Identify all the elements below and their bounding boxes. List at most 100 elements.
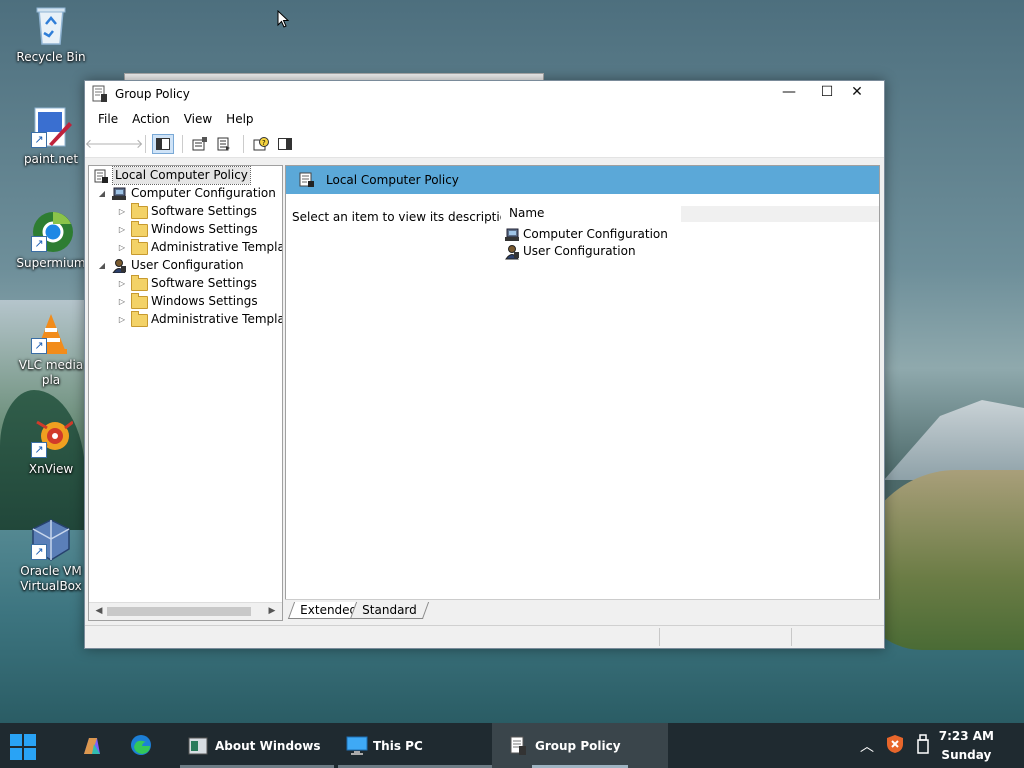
- usb-drive-icon[interactable]: [916, 734, 930, 757]
- collapse-arrow-icon[interactable]: ◢: [97, 185, 107, 202]
- column-header-name[interactable]: Name: [501, 204, 683, 222]
- clock-time: 7:23 AM: [938, 729, 994, 743]
- taskbar: About Windows This PC Group Policy ︿ 7:2…: [0, 723, 1024, 768]
- expand-arrow-icon[interactable]: ▷: [117, 203, 127, 220]
- show-hide-tree-icon[interactable]: [152, 134, 174, 154]
- folder-icon: [131, 238, 148, 255]
- chevron-up-icon[interactable]: ︿: [860, 736, 874, 756]
- description-text: Select an item to view its description.: [292, 210, 519, 224]
- menu-action[interactable]: Action: [125, 112, 177, 126]
- user-config-icon: [504, 244, 520, 260]
- console-tree: Local Computer Policy ◢ Computer Configu…: [88, 165, 283, 621]
- list-item-computer-configuration[interactable]: Computer Configuration: [504, 226, 668, 243]
- this-pc-monitor-icon: [346, 736, 368, 756]
- desktop-icon-recycle-bin[interactable]: Recycle Bin: [12, 4, 90, 65]
- expand-arrow-icon[interactable]: ▷: [117, 239, 127, 256]
- result-pane: Local Computer Policy Select an item to …: [285, 165, 880, 600]
- properties-icon[interactable]: [189, 134, 211, 154]
- column-header-empty: [681, 206, 879, 222]
- toolbar-separator: [145, 135, 146, 153]
- minimize-button[interactable]: —: [770, 81, 808, 103]
- tree-node-uc-windows-settings[interactable]: ▷ Windows Settings: [117, 292, 258, 310]
- taskbar-app-group-policy[interactable]: Group Policy: [492, 723, 668, 768]
- folder-icon: [131, 310, 148, 327]
- taskbar-app-this-pc[interactable]: This PC: [338, 723, 492, 768]
- desktop-icon-xnview[interactable]: ↗ XnView: [12, 416, 90, 477]
- svg-text:?: ?: [262, 139, 266, 147]
- about-windows-icon: [188, 736, 208, 756]
- tree-node-user-configuration[interactable]: ◢ User Configuration: [97, 257, 244, 274]
- menu-bar: File Action View Help: [85, 107, 884, 131]
- group-policy-app-icon: [91, 85, 109, 103]
- menu-file[interactable]: File: [91, 112, 125, 126]
- folder-icon: [131, 202, 148, 219]
- security-shield-icon[interactable]: [886, 734, 904, 757]
- folder-icon: [131, 292, 148, 309]
- start-button[interactable]: [10, 734, 36, 760]
- user-config-icon: [111, 258, 127, 273]
- group-policy-app-icon: [508, 736, 528, 756]
- view-tabs: Extended Standard: [285, 599, 880, 620]
- xnview-icon: ↗: [29, 416, 74, 460]
- toolbar-separator: [243, 135, 244, 153]
- clock-day: Sunday: [941, 748, 992, 762]
- expand-arrow-icon[interactable]: ▷: [117, 311, 127, 328]
- copilot-icon[interactable]: [80, 734, 104, 758]
- taskbar-app-about-windows[interactable]: About Windows: [180, 723, 334, 768]
- action-pane-icon[interactable]: [274, 134, 296, 154]
- windows-logo-icon: [10, 734, 36, 760]
- expand-arrow-icon[interactable]: ▷: [117, 221, 127, 238]
- paint-net-icon: ↗: [29, 106, 73, 150]
- scroll-right-icon[interactable]: ▶: [264, 603, 280, 620]
- expand-arrow-icon[interactable]: ▷: [117, 275, 127, 292]
- collapse-arrow-icon[interactable]: ◢: [97, 257, 107, 274]
- system-tray: ︿: [860, 723, 930, 768]
- status-bar: [85, 625, 884, 648]
- close-button[interactable]: ✕: [838, 81, 876, 103]
- toolbar-separator: [182, 135, 183, 153]
- computer-config-icon: [111, 187, 127, 201]
- result-pane-header: Local Computer Policy: [286, 166, 879, 194]
- folder-icon: [131, 274, 148, 291]
- tree-node-uc-software-settings[interactable]: ▷ Software Settings: [117, 274, 257, 292]
- expand-arrow-icon[interactable]: ▷: [117, 293, 127, 310]
- group-policy-window: Group Policy — ☐ ✕ File Action View Help…: [84, 80, 885, 649]
- tree-node-computer-configuration[interactable]: ◢ Computer Configuration: [97, 185, 276, 202]
- scrollbar-thumb[interactable]: [107, 607, 251, 616]
- menu-view[interactable]: View: [177, 112, 219, 126]
- folder-icon: [131, 220, 148, 237]
- tree-node-cc-windows-settings[interactable]: ▷ Windows Settings: [117, 220, 258, 238]
- clock[interactable]: 7:23 AM Sunday: [939, 727, 994, 765]
- desktop-icon-virtualbox[interactable]: ↗ Oracle VM VirtualBox: [12, 518, 90, 594]
- desktop-icon-vlc[interactable]: ↗ VLC media pla: [12, 312, 90, 388]
- edge-browser-icon[interactable]: [130, 734, 152, 756]
- scroll-left-icon[interactable]: ◀: [91, 603, 107, 620]
- tree-node-uc-administrative-templates[interactable]: ▷ Administrative Template: [117, 310, 282, 328]
- computer-config-icon: [504, 227, 520, 243]
- mouse-cursor-icon: [277, 9, 290, 28]
- tree-node-cc-software-settings[interactable]: ▷ Software Settings: [117, 202, 257, 220]
- desktop-icon-supermium[interactable]: ↗ Supermium: [12, 210, 90, 271]
- tree-node-local-computer-policy[interactable]: Local Computer Policy: [93, 166, 251, 185]
- export-list-icon[interactable]: [213, 134, 235, 154]
- policy-scroll-icon: [93, 169, 109, 183]
- desktop-icon-paint-net[interactable]: ↗ paint.net: [12, 106, 90, 167]
- tree-node-cc-administrative-templates[interactable]: ▷ Administrative Template: [117, 238, 282, 256]
- vlc-cone-icon: ↗: [29, 312, 73, 356]
- list-header: Name: [501, 204, 879, 222]
- status-divider: [659, 628, 660, 646]
- help-icon[interactable]: ?: [250, 134, 272, 154]
- virtualbox-cube-icon: ↗: [29, 518, 73, 562]
- menu-help[interactable]: Help: [219, 112, 260, 126]
- title-bar[interactable]: Group Policy — ☐ ✕: [85, 81, 884, 107]
- list-item-user-configuration[interactable]: User Configuration: [504, 243, 636, 260]
- window-title: Group Policy: [115, 87, 190, 101]
- tab-standard[interactable]: Standard: [349, 602, 429, 619]
- recycle-bin-icon: [29, 4, 73, 48]
- tree-horizontal-scrollbar[interactable]: ◀ ▶: [89, 602, 282, 620]
- forward-arrow-icon[interactable]: 🡒: [109, 134, 144, 154]
- status-divider: [791, 628, 792, 646]
- policy-scroll-icon: [298, 172, 316, 188]
- toolbar: 🡐 🡒 ?: [85, 131, 884, 158]
- supermium-browser-icon: ↗: [29, 210, 73, 254]
